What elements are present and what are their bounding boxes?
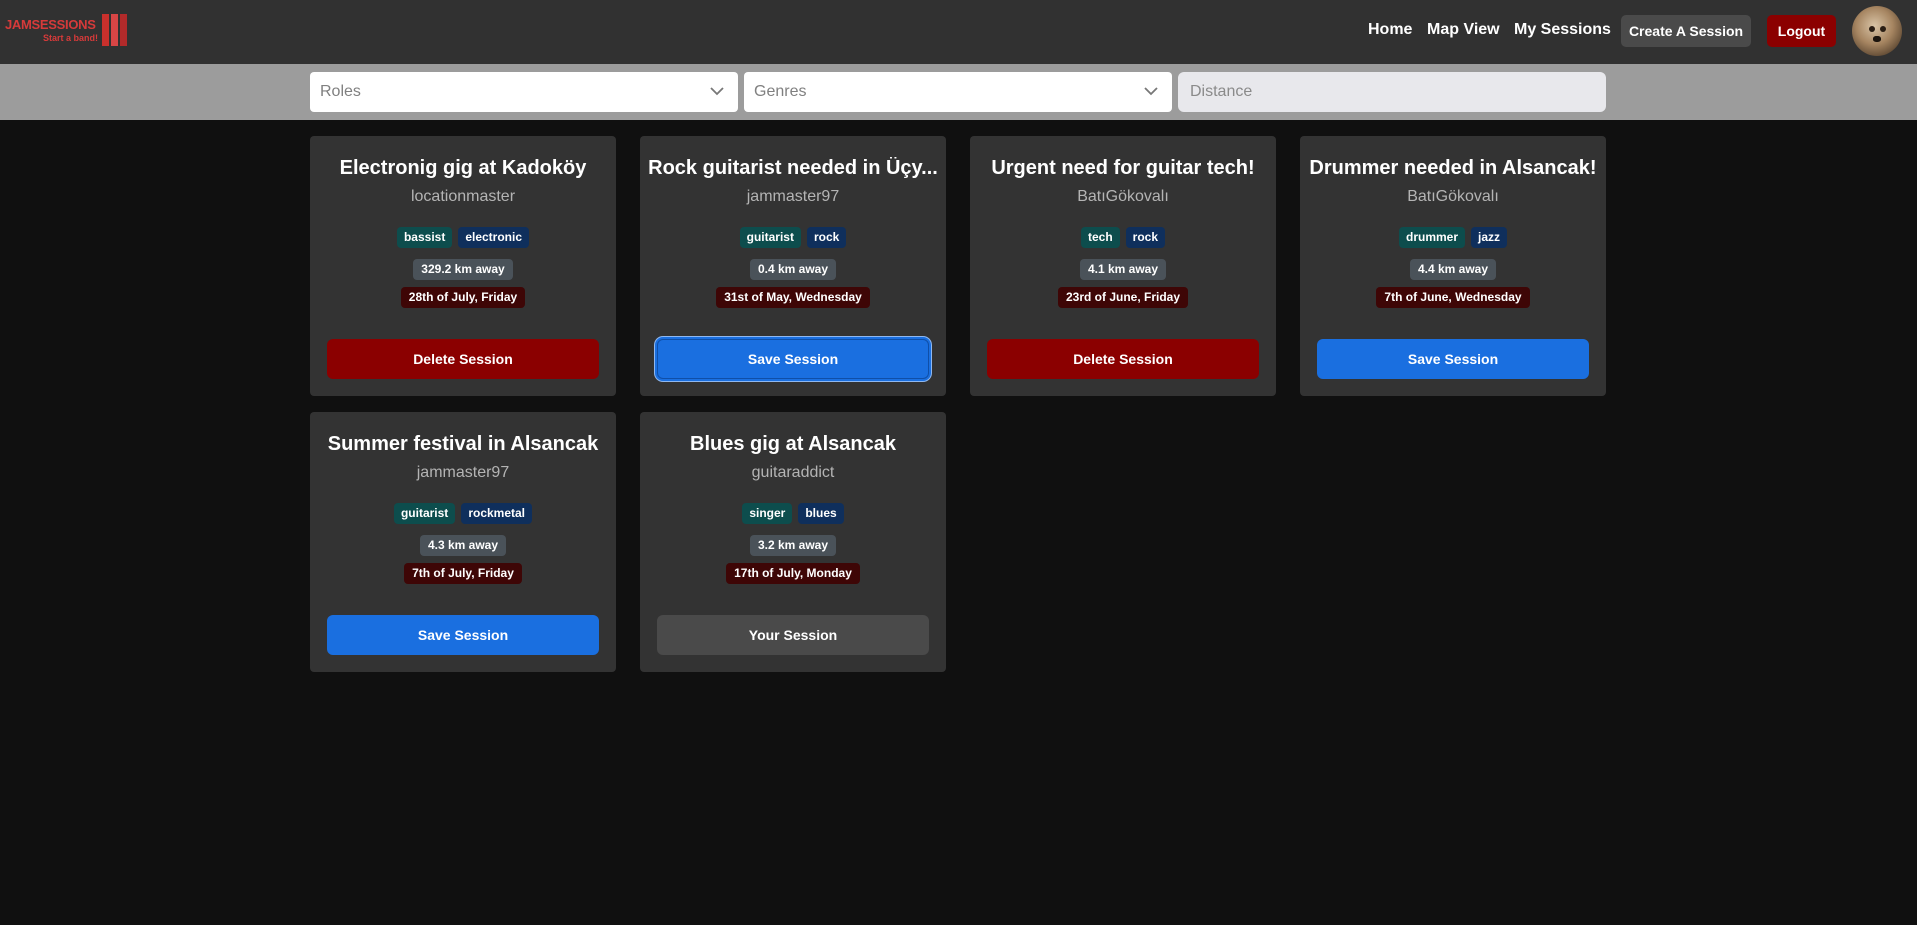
delete-session-button[interactable]: Delete Session — [327, 339, 599, 379]
jamsessions-logo[interactable]: JAMSESSIONS Start a band! — [5, 14, 133, 48]
logout-button[interactable]: Logout — [1767, 15, 1836, 47]
roles-select[interactable]: Roles — [310, 72, 738, 112]
role-tag: drummer — [1398, 227, 1465, 248]
user-avatar[interactable] — [1852, 6, 1902, 56]
date-badge: 7th of June, Wednesday — [1376, 287, 1530, 308]
session-card: Drummer needed in Alsancak! BatıGökovalı… — [1300, 136, 1606, 396]
genre-tag: jazz — [1471, 227, 1508, 248]
roles-placeholder: Roles — [320, 83, 361, 100]
genre-tag: rock — [1125, 227, 1166, 248]
session-card: Rock guitarist needed in Üçy... jammaste… — [640, 136, 946, 396]
session-user: jammaster97 — [416, 464, 510, 481]
genre-tag: rockmetal — [461, 503, 533, 524]
logo-bars-icon — [102, 14, 127, 46]
distance-badge: 4.3 km away — [419, 535, 507, 556]
distance-badge: 329.2 km away — [413, 259, 513, 280]
genre-tag: electronic — [458, 227, 530, 248]
chevron-down-icon — [710, 87, 724, 96]
session-title: Rock guitarist needed in Üçy... — [648, 157, 938, 179]
date-badge: 7th of July, Friday — [404, 563, 522, 584]
genres-select[interactable]: Genres — [744, 72, 1172, 112]
date-badge: 23rd of June, Friday — [1057, 287, 1189, 308]
create-session-button[interactable]: Create A Session — [1621, 15, 1751, 47]
role-tag: tech — [1080, 227, 1120, 248]
distance-badge: 4.4 km away — [1409, 259, 1497, 280]
save-session-button[interactable]: Save Session — [657, 339, 929, 379]
session-title: Summer festival in Alsancak — [327, 433, 599, 455]
session-title: Urgent need for guitar tech! — [991, 157, 1255, 179]
chevron-down-icon — [1144, 87, 1158, 96]
distance-input[interactable] — [1178, 72, 1606, 112]
top-navbar: JAMSESSIONS Start a band! Home Map View … — [0, 0, 1917, 64]
genre-tag: blues — [798, 503, 844, 524]
session-title: Electronig gig at Kadoköy — [339, 157, 587, 179]
logo-tagline: Start a band! — [43, 33, 99, 43]
role-tag: guitarist — [393, 503, 456, 524]
session-user: BatıGökovalı — [1077, 188, 1169, 205]
session-title: Blues gig at Alsancak — [690, 433, 896, 455]
save-session-button[interactable]: Save Session — [1317, 339, 1589, 379]
distance-badge: 3.2 km away — [749, 535, 837, 556]
genres-placeholder: Genres — [754, 83, 807, 100]
session-user: BatıGökovalı — [1407, 188, 1499, 205]
session-user: locationmaster — [410, 188, 516, 205]
session-title: Drummer needed in Alsancak! — [1309, 157, 1597, 179]
date-badge: 31st of May, Wednesday — [716, 287, 870, 308]
distance-badge: 0.4 km away — [749, 259, 837, 280]
role-tag: bassist — [396, 227, 453, 248]
session-card: Urgent need for guitar tech! BatıGökoval… — [970, 136, 1276, 396]
session-card: Electronig gig at Kadoköy locationmaster… — [310, 136, 616, 396]
session-card: Summer festival in Alsancak jammaster97 … — [310, 412, 616, 672]
date-badge: 28th of July, Friday — [400, 287, 526, 308]
role-tag: singer — [742, 503, 793, 524]
genre-tag: rock — [806, 227, 847, 248]
distance-badge: 4.1 km away — [1079, 259, 1167, 280]
save-session-button[interactable]: Save Session — [327, 615, 599, 655]
nav-my-sessions-link[interactable]: My Sessions — [1514, 21, 1611, 39]
logo-text: JAMSESSIONS — [5, 17, 96, 32]
session-card: Blues gig at Alsancak guitaraddict singe… — [640, 412, 946, 672]
role-tag: guitarist — [739, 227, 801, 248]
date-badge: 17th of July, Monday — [726, 563, 860, 584]
nav-map-view-link[interactable]: Map View — [1427, 21, 1500, 39]
session-user: jammaster97 — [746, 188, 840, 205]
your-session-button[interactable]: Your Session — [657, 615, 929, 655]
nav-home-link[interactable]: Home — [1368, 21, 1412, 39]
delete-session-button[interactable]: Delete Session — [987, 339, 1259, 379]
session-user: guitaraddict — [751, 464, 835, 481]
